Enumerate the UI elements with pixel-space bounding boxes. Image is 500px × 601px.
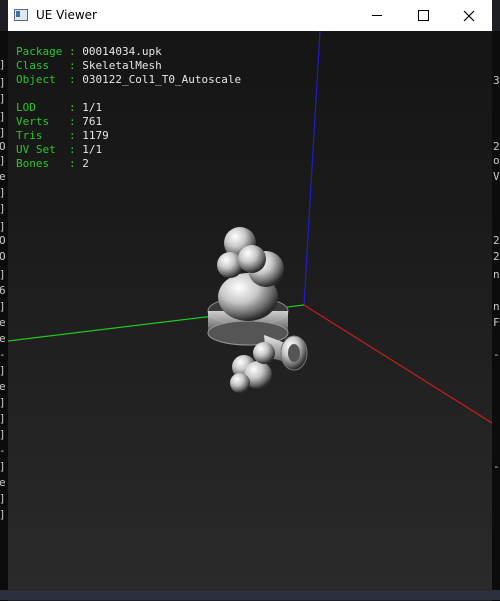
z-axis-line: [303, 31, 321, 306]
ue-viewer-window: UE Viewer Package: 00014034.upk Class:…: [8, 0, 492, 591]
mesh-info-overlay: Package : 00014034.upk Class : SkeletalM…: [16, 45, 241, 171]
background-console-left: ]]] ]]O ]e] ]]O O]6 ]ee -]e ]]] -]e ]]: [0, 31, 8, 601]
window-title: UE Viewer: [36, 8, 97, 22]
skeletal-mesh-model: [207, 227, 308, 393]
minimize-icon: [372, 15, 382, 16]
ue-viewer-app-icon[interactable]: [14, 9, 28, 21]
title-bar[interactable]: UE Viewer: [8, 0, 492, 31]
info-class-row: Class : SkeletalMesh: [16, 59, 162, 72]
maximize-icon: [417, 10, 429, 21]
desktop-taskbar-edge: [0, 590, 500, 600]
minimize-button[interactable]: [354, 0, 400, 31]
close-icon: [463, 10, 475, 21]
info-package-row: Package : 00014034.upk: [16, 45, 162, 58]
info-tris-row: Tris : 1179: [16, 129, 109, 142]
info-verts-row: Verts : 761: [16, 115, 103, 128]
info-lod-row: LOD : 1/1: [16, 101, 103, 114]
info-bones-row: Bones : 2: [16, 157, 89, 170]
x-axis-line: [303, 304, 492, 424]
3d-viewport[interactable]: Package : 00014034.upk Class : SkeletalM…: [8, 31, 492, 591]
background-console-right: 32o V22 nnF --: [492, 31, 500, 601]
maximize-button[interactable]: [400, 0, 446, 31]
info-uvset-row: UV Set : 1/1: [16, 143, 103, 156]
close-button[interactable]: [446, 0, 492, 31]
info-object-row: Object : 030122_Col1_T0_Autoscale: [16, 73, 242, 86]
